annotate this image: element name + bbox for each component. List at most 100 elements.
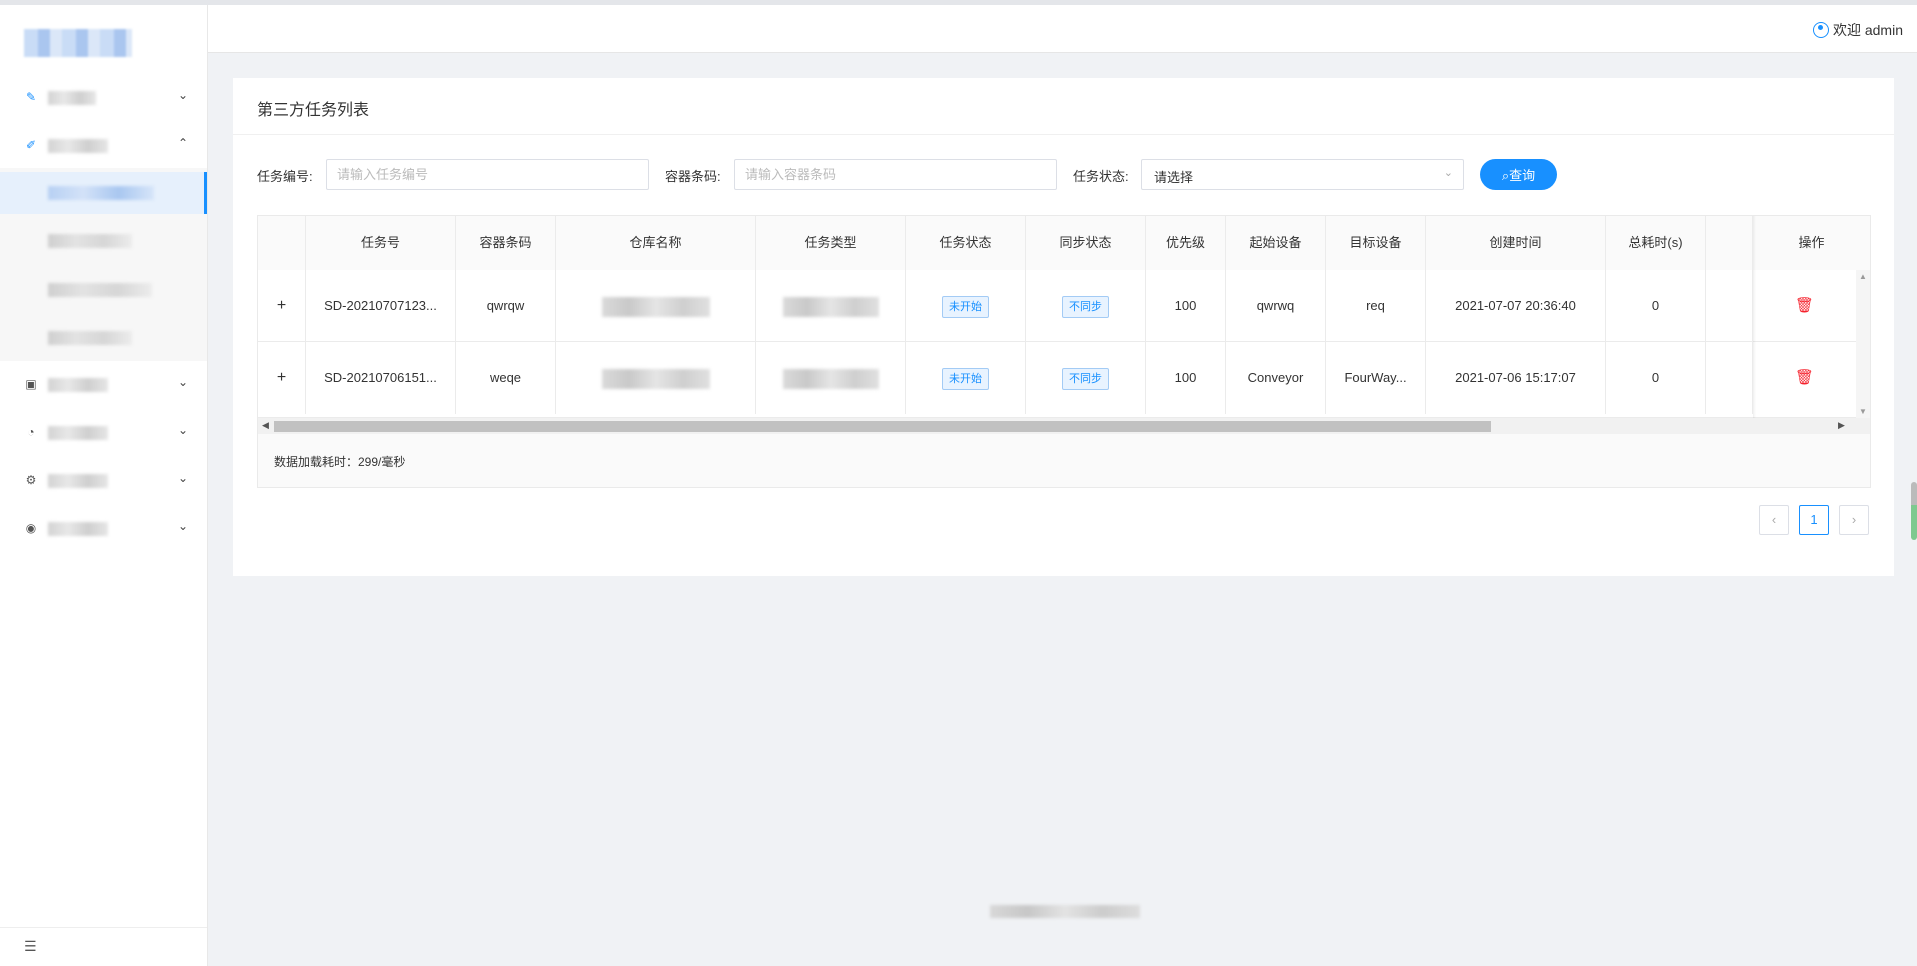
sidebar-collapse-toggle[interactable]: ☰ bbox=[0, 927, 207, 966]
sidebar-menu-3[interactable]: ▣ ⌄ bbox=[0, 362, 207, 408]
th-created-at: 创建时间 bbox=[1426, 216, 1606, 270]
status-select-value: 请选择 bbox=[1154, 170, 1194, 185]
extra-cell bbox=[1706, 342, 1753, 414]
scroll-down-icon[interactable]: ▼ bbox=[1859, 407, 1867, 416]
th-container: 容器条码 bbox=[456, 216, 556, 270]
task-no-cell: SD-20210707123... bbox=[306, 270, 456, 342]
start-device-cell: Conveyor bbox=[1226, 342, 1326, 414]
chevron-down-icon: ⌄ bbox=[1443, 167, 1453, 179]
task-no-cell: SD-20210706151... bbox=[306, 342, 456, 414]
user-menu[interactable]: 欢迎 admin bbox=[1812, 20, 1903, 40]
actions-cell: 🗑 bbox=[1753, 270, 1856, 342]
edge-widget bbox=[1911, 482, 1917, 540]
sidebar-submenu bbox=[0, 168, 207, 361]
status-badge: 未开始 bbox=[942, 295, 989, 318]
target-device-cell: req bbox=[1326, 270, 1426, 342]
actions-cell: 🗑 bbox=[1753, 342, 1856, 414]
target-device-cell: FourWay... bbox=[1326, 342, 1426, 414]
scroll-right-icon[interactable]: ▶ bbox=[1838, 420, 1845, 431]
fixed-column-shadow bbox=[1753, 216, 1756, 418]
sidebar-menu-6[interactable]: ◉ ⌄ bbox=[0, 506, 207, 552]
task-list-card: 第三方任务列表 任务编号: 容器条码: 任务状态: 请选择 ⌄ ⌕查询 任务号 … bbox=[233, 78, 1894, 576]
sidebar-menu-5[interactable]: ⚙ ⌄ bbox=[0, 458, 207, 504]
sidebar-subitem[interactable] bbox=[0, 269, 207, 311]
priority-cell: 100 bbox=[1146, 342, 1226, 414]
sidebar-subitem-label-redacted bbox=[48, 234, 132, 248]
sidebar-menu-2[interactable]: ✐ ⌃ bbox=[0, 123, 207, 169]
table-row: + SD-20210706151... weqe 未开始 不同步 100 Con… bbox=[258, 342, 1870, 418]
next-page-button[interactable]: › bbox=[1839, 505, 1869, 535]
scroll-left-icon[interactable]: ◀ bbox=[262, 420, 269, 431]
wrench-icon: ✎ bbox=[25, 90, 37, 104]
th-actions: 操作 bbox=[1798, 235, 1825, 250]
query-button[interactable]: ⌕查询 bbox=[1480, 159, 1557, 190]
warehouse-cell bbox=[556, 270, 756, 342]
sidebar-menu-label-redacted bbox=[48, 139, 108, 153]
warehouse-cell bbox=[556, 342, 756, 414]
prev-page-button[interactable]: ‹ bbox=[1759, 505, 1789, 535]
redacted-text bbox=[601, 368, 710, 389]
chevron-down-icon: ⌄ bbox=[178, 519, 189, 533]
sync-status-cell: 不同步 bbox=[1026, 270, 1146, 342]
logo bbox=[24, 29, 132, 57]
extra-cell bbox=[1706, 270, 1753, 342]
welcome-text: 欢迎 admin bbox=[1832, 22, 1903, 38]
top-header: 欢迎 admin bbox=[208, 5, 1917, 53]
chevron-down-icon: ⌄ bbox=[178, 423, 189, 437]
eye-icon: ◉ bbox=[25, 521, 37, 535]
container-input[interactable] bbox=[734, 159, 1057, 190]
delete-icon[interactable]: 🗑 bbox=[1795, 297, 1814, 314]
status-label: 任务状态: bbox=[1073, 169, 1129, 184]
status-badge: 未开始 bbox=[942, 367, 989, 390]
task-no-input[interactable] bbox=[326, 159, 649, 190]
page-1-button[interactable]: 1 bbox=[1799, 505, 1829, 535]
chevron-down-icon: ⌄ bbox=[178, 88, 189, 102]
sidebar-menu-4[interactable]: ◔ ⌄ bbox=[0, 410, 207, 456]
clipboard-icon: ▣ bbox=[25, 377, 37, 391]
th-target-device: 目标设备 bbox=[1326, 216, 1426, 270]
sidebar-menu-label-redacted bbox=[48, 378, 108, 392]
sidebar: ✎ ⌄ ✐ ⌃ ▣ ⌄ ◔ ⌄ ⚙ ⌄ ◉ ⌄ ☰ bbox=[0, 5, 208, 966]
container-cell: weqe bbox=[456, 342, 556, 414]
scrollbar-thumb[interactable] bbox=[274, 421, 1491, 432]
created-at-cell: 2021-07-06 15:17:07 bbox=[1426, 342, 1606, 414]
sidebar-subitem[interactable] bbox=[0, 317, 207, 359]
sidebar-subitem[interactable] bbox=[0, 220, 207, 262]
sidebar-menu-label-redacted bbox=[48, 474, 108, 488]
status-select[interactable]: 请选择 ⌄ bbox=[1141, 159, 1464, 190]
th-sync-status: 同步状态 bbox=[1026, 216, 1146, 270]
sidebar-subitem-label-redacted bbox=[48, 283, 152, 297]
table-horizontal-scrollbar[interactable]: ◀ ▶ bbox=[258, 418, 1870, 434]
sync-badge: 不同步 bbox=[1062, 367, 1109, 390]
load-time-text: 数据加载耗时：299/毫秒 bbox=[274, 455, 406, 469]
th-task-type: 任务类型 bbox=[756, 216, 906, 270]
dashboard-icon: ◔ bbox=[27, 425, 35, 439]
page-title: 第三方任务列表 bbox=[257, 102, 370, 119]
edit-icon: ✐ bbox=[25, 138, 37, 152]
expand-cell: + bbox=[258, 342, 306, 414]
chevron-down-icon: ⌄ bbox=[178, 471, 189, 485]
th-total-time: 总耗时(s) bbox=[1606, 216, 1706, 270]
task-type-cell bbox=[756, 342, 906, 414]
expand-row-toggle[interactable]: + bbox=[277, 297, 286, 314]
chevron-down-icon: ⌄ bbox=[178, 375, 189, 389]
table-vertical-scrollbar[interactable]: ▲ ▼ bbox=[1856, 270, 1870, 418]
scroll-up-icon[interactable]: ▲ bbox=[1859, 272, 1867, 281]
sidebar-subitem-active[interactable] bbox=[0, 172, 207, 214]
table-header: 任务号 容器条码 仓库名称 任务类型 任务状态 同步状态 优先级 起始设备 目标… bbox=[258, 216, 1870, 271]
task-status-cell: 未开始 bbox=[906, 270, 1026, 342]
start-device-cell: qwrwq bbox=[1226, 270, 1326, 342]
priority-cell: 100 bbox=[1146, 270, 1226, 342]
divider bbox=[233, 134, 1894, 135]
menu-fold-icon: ☰ bbox=[24, 938, 37, 954]
sidebar-subitem-label-redacted bbox=[48, 331, 132, 345]
expand-row-toggle[interactable]: + bbox=[277, 369, 286, 386]
delete-icon[interactable]: 🗑 bbox=[1795, 369, 1814, 386]
total-time-cell: 0 bbox=[1606, 342, 1706, 414]
container-label: 容器条码: bbox=[665, 169, 721, 184]
sidebar-menu-label-redacted bbox=[48, 522, 108, 536]
query-button-label: 查询 bbox=[1509, 168, 1536, 183]
sidebar-menu-1[interactable]: ✎ ⌄ bbox=[0, 75, 207, 121]
table-footer: 数据加载耗时：299/毫秒 bbox=[258, 434, 1870, 487]
th-warehouse: 仓库名称 bbox=[556, 216, 756, 270]
